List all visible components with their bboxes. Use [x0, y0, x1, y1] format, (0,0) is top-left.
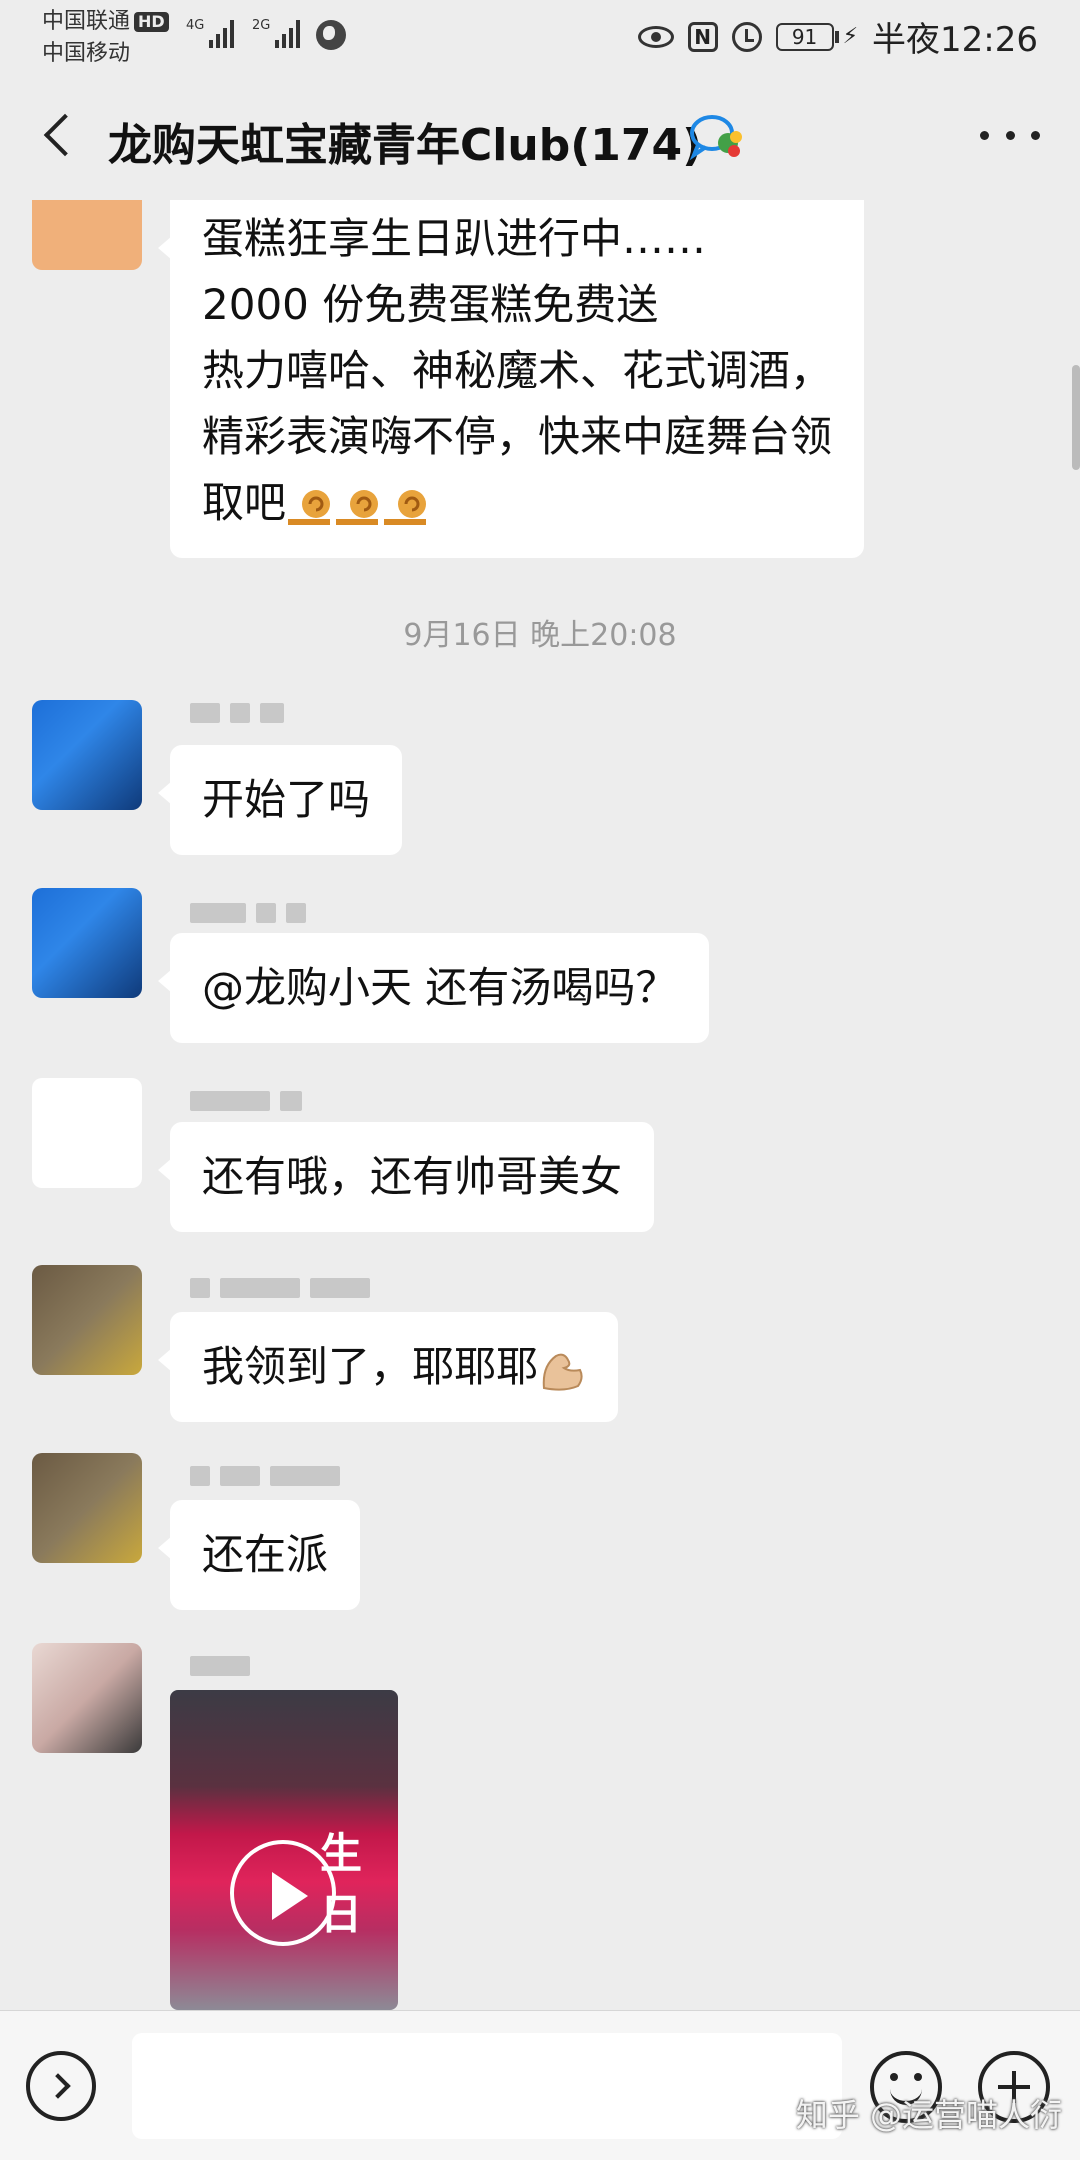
message-bubble[interactable]: @龙购小天 还有汤喝吗？ — [157, 933, 710, 1043]
eye-icon — [637, 25, 674, 48]
avatar[interactable] — [32, 200, 142, 270]
chevron-left-icon[interactable] — [30, 105, 90, 165]
status-icons: N 91 ⚡ 半夜12:26 — [637, 12, 1038, 61]
video-message[interactable]: 生日 — [170, 1690, 398, 2010]
more-icon[interactable] — [980, 115, 1040, 155]
message-text: 还在派 — [202, 1530, 329, 1579]
snail-emoji — [336, 489, 379, 525]
avatar[interactable] — [32, 1453, 142, 1563]
watermark: 知乎 @运营喵人衍 — [795, 2096, 1062, 2134]
snail-emoji — [384, 489, 427, 525]
hd-badge: HD — [134, 12, 169, 32]
battery-icon: 91 ⚡ — [775, 22, 859, 51]
message-bubble[interactable]: 还有哦，还有帅哥美女 — [157, 1122, 655, 1232]
message-bubble[interactable]: 开始了吗 — [157, 745, 403, 855]
avatar[interactable] — [32, 1265, 142, 1375]
sender-name — [190, 1653, 250, 1679]
message-line: 精彩表演嗨不停，快来中庭舞台领 — [202, 412, 833, 461]
sender-name — [190, 900, 306, 926]
carrier-1: 中国联通 — [42, 9, 131, 34]
carrier-info: 中国联通 HD 中国移动 — [42, 6, 169, 70]
sender-name — [190, 1275, 370, 1301]
flexed-bicep-emoji — [542, 1353, 583, 1391]
carrier-2: 中国移动 — [42, 41, 131, 66]
play-icon[interactable] — [230, 1840, 336, 1946]
nfc-icon: N — [687, 21, 718, 52]
message-line: 2000 份免费蛋糕免费送 — [202, 280, 659, 329]
message-line: 蛋糕狂享生日趴进行中…… — [202, 214, 707, 263]
message-bubble[interactable]: 我领到了，耶耶耶 — [157, 1312, 619, 1422]
message-text: 我领到了，耶耶耶 — [202, 1342, 539, 1391]
chat-screen: 中国联通 HD 中国移动 4G 2G N 91 ⚡ 半夜12:26 龙购天虹宝藏青… — [0, 0, 1080, 2160]
avatar[interactable] — [32, 888, 142, 998]
message-text: 开始了吗 — [202, 775, 371, 824]
clock: 半夜12:26 — [872, 20, 1038, 60]
avatar[interactable] — [32, 700, 142, 810]
nav-bar: 龙购天虹宝藏青年Club(174) — [0, 75, 1080, 200]
signal-2g-icon: 2G — [252, 18, 301, 48]
globe-icon — [316, 20, 346, 50]
message-input[interactable] — [132, 2033, 842, 2139]
message-bubble[interactable]: 还在派 — [157, 1500, 361, 1610]
message-bubble[interactable]: 蛋糕狂享生日趴进行中…… 2000 份免费蛋糕免费送 热力嘻哈、神秘魔术、花式调… — [157, 200, 865, 558]
message-line: 热力嘻哈、神秘魔术、花式调酒， — [202, 346, 833, 395]
input-bar — [0, 2010, 1080, 2160]
scrollbar[interactable] — [1072, 365, 1080, 470]
message-text: @龙购小天 还有汤喝吗？ — [202, 963, 678, 1012]
status-bar: 中国联通 HD 中国移动 4G 2G N 91 ⚡ 半夜12:26 — [0, 0, 1080, 75]
timestamp: 9月16日 晚上20:08 — [403, 618, 677, 653]
signal-4g-icon: 4G — [186, 18, 235, 48]
sender-name — [190, 1088, 302, 1114]
avatar[interactable] — [32, 1643, 142, 1753]
chat-title[interactable]: 龙购天虹宝藏青年Club(174) — [108, 109, 702, 173]
alarm-icon — [731, 21, 762, 52]
sender-name — [190, 1463, 340, 1489]
voice-icon[interactable] — [26, 2051, 96, 2121]
message-list[interactable]: 蛋糕狂享生日趴进行中…… 2000 份免费蛋糕免费送 热力嘻哈、神秘魔术、花式调… — [0, 200, 1080, 2010]
message-text: 还有哦，还有帅哥美女 — [202, 1152, 623, 1201]
battery-level: 91 — [775, 22, 834, 51]
charging-icon: ⚡ — [842, 24, 859, 49]
avatar[interactable] — [32, 1078, 142, 1188]
chat-bubbles-icon[interactable] — [688, 111, 748, 163]
sender-name — [190, 700, 284, 726]
snail-emoji — [288, 489, 331, 525]
message-line: 取吧 — [202, 478, 287, 527]
